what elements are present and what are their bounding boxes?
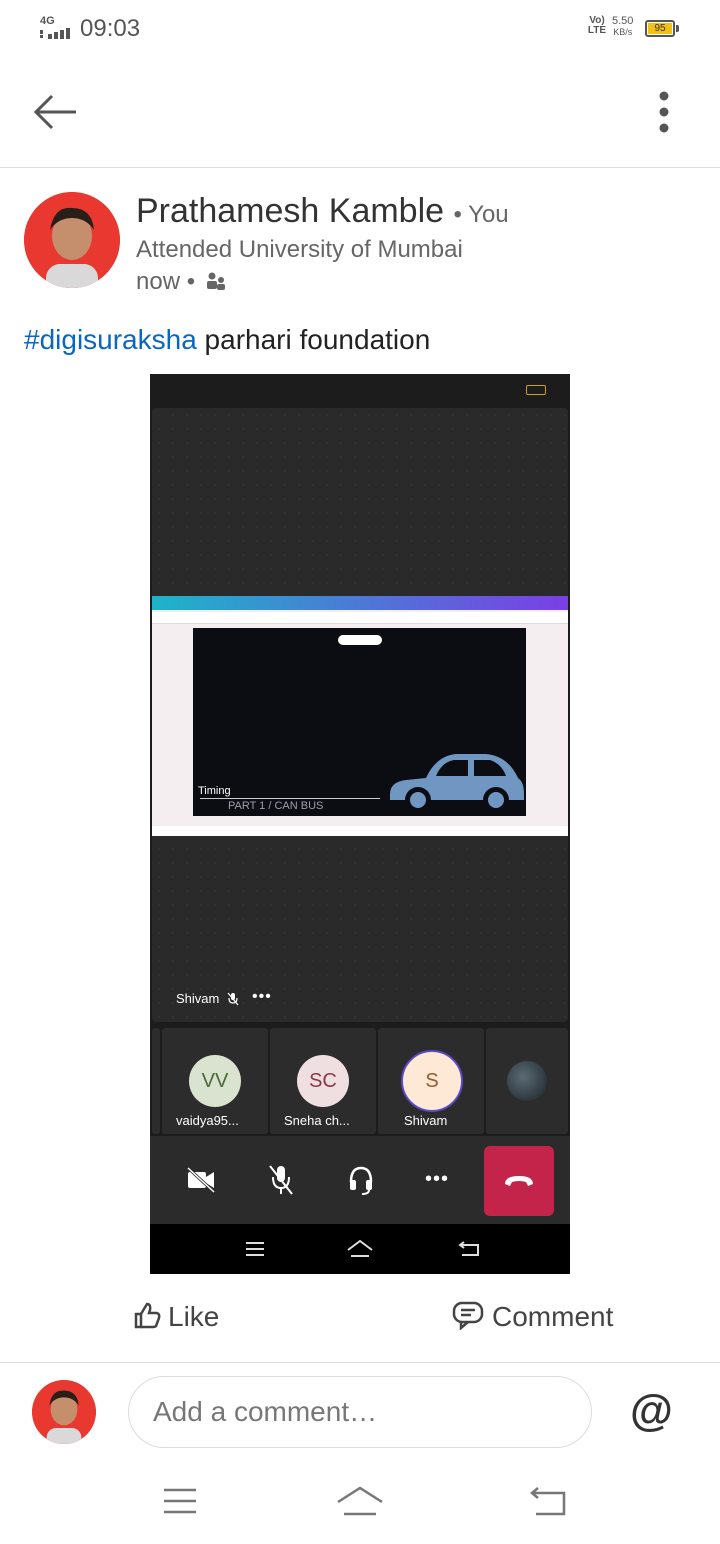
participant-name: Shivam	[404, 1113, 448, 1128]
more-vertical-icon[interactable]	[636, 84, 692, 140]
battery-tip	[676, 25, 679, 32]
you-badge: • You	[453, 201, 509, 228]
back-system-icon[interactable]	[528, 1486, 568, 1518]
network-type: 4G	[40, 15, 55, 27]
commenter-photo	[32, 1380, 96, 1444]
participant-avatar: SC	[297, 1055, 349, 1107]
author-name-line[interactable]: Prathamesh Kamble • You	[136, 192, 509, 231]
comment-label: Comment	[492, 1301, 614, 1332]
author-avatar[interactable]	[24, 192, 120, 288]
editor-subtoolbar	[152, 612, 568, 624]
thumbs-up-icon	[134, 1302, 161, 1329]
back-nav-icon	[458, 1241, 479, 1256]
more-options-icon[interactable]: •••	[425, 1168, 449, 1191]
slide-title: Timing	[198, 785, 231, 797]
slide-controls	[338, 635, 382, 645]
presenter-more-icon[interactable]: •••	[252, 988, 272, 1006]
participant-name: Sneha ch...	[284, 1113, 350, 1128]
comment-button[interactable]: Comment	[452, 1300, 613, 1333]
mic-off-icon	[227, 992, 239, 1006]
editor-toolbar	[152, 596, 568, 610]
battery-icon: 95	[645, 20, 675, 37]
like-button[interactable]: Like	[132, 1300, 219, 1333]
recents-icon[interactable]	[162, 1486, 198, 1516]
author-photo	[24, 192, 120, 288]
menu-icon	[246, 1242, 264, 1256]
comment-icon	[452, 1301, 484, 1331]
home-nav-icon[interactable]	[336, 1484, 384, 1520]
participant-name: vaidya95...	[176, 1113, 239, 1128]
like-label: Like	[168, 1301, 220, 1332]
author-name[interactable]: Prathamesh Kamble	[136, 192, 444, 230]
home-icon	[347, 1239, 373, 1257]
headset-icon[interactable]	[348, 1164, 374, 1196]
arrow-left-icon[interactable]	[28, 84, 84, 140]
mic-off-icon[interactable]	[268, 1164, 294, 1196]
commenter-avatar[interactable]	[32, 1380, 96, 1444]
mention-icon[interactable]: @	[630, 1386, 673, 1436]
clock: 09:03	[80, 15, 141, 42]
network-speed: 5.50 KB/s	[612, 16, 633, 38]
connections-icon	[206, 272, 225, 290]
speed-value: 5.50	[612, 15, 634, 27]
post-text: #digisuraksha parhari foundation	[24, 324, 430, 356]
hang-up-icon	[505, 1176, 533, 1186]
signal-icon	[40, 28, 70, 39]
participant-avatar: VV	[189, 1055, 241, 1107]
comment-input[interactable]: Add a comment…	[128, 1376, 592, 1448]
post-time: now •	[136, 268, 196, 295]
post-time-row: now •	[136, 268, 226, 296]
participant-avatar-speaking: S	[401, 1050, 463, 1112]
divider	[0, 1362, 720, 1363]
app-bar	[0, 60, 720, 168]
hashtag-link[interactable]: #digisuraksha	[24, 324, 197, 355]
participant-tile-partial[interactable]	[152, 1028, 160, 1134]
presenter-name: Shivam	[176, 991, 220, 1006]
battery-level: 95	[648, 23, 672, 34]
slide-subtitle: PART 1 / CAN BUS	[228, 800, 324, 812]
slide-rule	[200, 798, 380, 799]
editor-statusbar	[152, 826, 568, 836]
speed-unit: KB/s	[613, 27, 633, 37]
inner-battery-icon	[526, 385, 546, 395]
end-call-button[interactable]	[484, 1146, 554, 1216]
car-icon	[390, 754, 524, 813]
post-body: parhari foundation	[196, 324, 431, 355]
volte-indicator: Vo) LTE	[587, 15, 607, 36]
participant-photo-avatar	[507, 1061, 547, 1101]
camera-off-icon[interactable]	[186, 1166, 216, 1194]
author-headline: Attended University of Mumbai	[136, 236, 463, 263]
